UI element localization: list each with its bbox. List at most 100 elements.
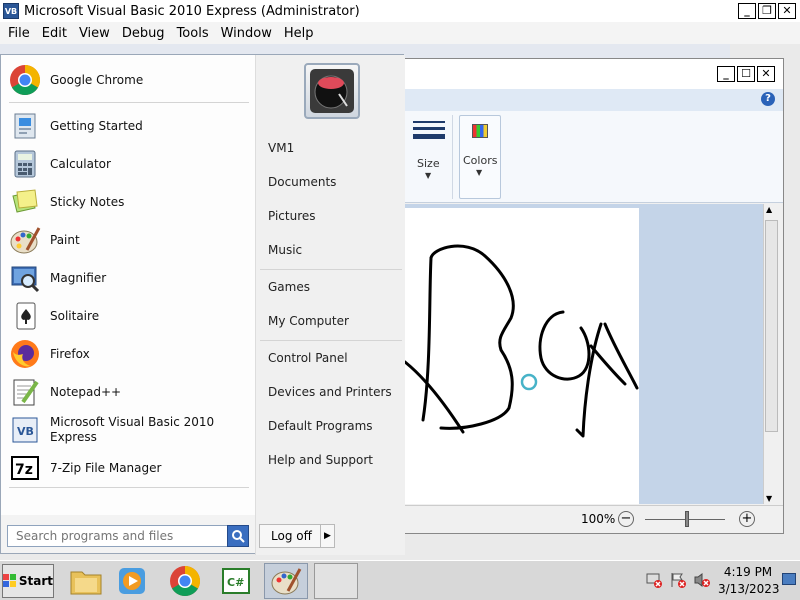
program-solitaire[interactable]: Solitaire	[9, 298, 249, 334]
user-avatar[interactable]	[304, 63, 360, 119]
shutdown-options-arrow-icon[interactable]: ▶	[320, 525, 334, 547]
program-sticky-notes[interactable]: Sticky Notes	[9, 184, 249, 220]
zoom-slider-thumb[interactable]	[685, 511, 689, 527]
menu-window[interactable]: Window	[221, 26, 272, 41]
colors-button[interactable]: Colors ▼	[459, 115, 501, 199]
vb-titlebar[interactable]: VB Microsoft Visual Basic 2010 Express (…	[0, 0, 800, 22]
minimize-icon[interactable]: _	[738, 3, 756, 19]
places-devices-printers[interactable]: Devices and Printers	[268, 385, 392, 399]
close-icon[interactable]: ✕	[778, 3, 796, 19]
csharp-icon: C#	[222, 568, 250, 594]
taskbar-paint[interactable]	[264, 563, 308, 599]
places-my-computer[interactable]: My Computer	[268, 314, 349, 328]
menu-view[interactable]: View	[79, 26, 110, 41]
size-group[interactable]: Size ▼	[405, 115, 453, 199]
separator	[260, 340, 402, 341]
start-menu: Google Chrome Getting Started Calculator…	[0, 54, 405, 555]
svg-text:C#: C#	[227, 576, 244, 589]
menu-debug[interactable]: Debug	[122, 26, 165, 41]
program-label: Google Chrome	[50, 72, 144, 87]
menu-edit[interactable]: Edit	[42, 26, 67, 41]
svg-text:VB: VB	[17, 425, 34, 438]
places-default-programs[interactable]: Default Programs	[268, 419, 373, 433]
program-google-chrome[interactable]: Google Chrome	[9, 62, 249, 98]
scroll-up-icon[interactable]: ▲	[766, 205, 772, 214]
taskbar-media-player[interactable]	[110, 563, 154, 599]
log-off-button[interactable]: Log off ▶	[259, 524, 335, 548]
search-input[interactable]	[8, 526, 220, 546]
places-games[interactable]: Games	[268, 280, 310, 294]
start-menu-programs-pane: Google Chrome Getting Started Calculator…	[1, 55, 255, 515]
start-label: Start	[18, 574, 53, 588]
tray-network-icon[interactable]	[646, 572, 662, 588]
taskbar-explorer[interactable]	[64, 563, 108, 599]
vb-app-icon[interactable]: VB	[3, 3, 19, 19]
program-visual-basic[interactable]: VB Microsoft Visual Basic 2010 Express	[9, 412, 249, 448]
program-label: Firefox	[50, 346, 90, 361]
separator	[260, 269, 402, 270]
scroll-thumb[interactable]	[765, 220, 778, 432]
menu-file[interactable]: File	[8, 26, 30, 41]
size-dropdown-icon: ▼	[425, 171, 432, 180]
clock-time: 4:19 PM	[723, 565, 773, 579]
tray-flag-icon[interactable]	[670, 572, 686, 588]
scroll-down-icon[interactable]: ▼	[766, 494, 772, 503]
taskbar-empty-button[interactable]	[314, 563, 358, 599]
program-label: Calculator	[50, 156, 111, 171]
program-label: Getting Started	[50, 118, 143, 133]
zoom-in-icon[interactable]: +	[739, 511, 755, 527]
solitaire-icon	[9, 300, 41, 332]
restore-icon[interactable]: ❐	[758, 3, 776, 19]
tray-volume-icon[interactable]	[694, 572, 710, 588]
zoom-level: 100%	[581, 512, 616, 526]
taskbar-clock[interactable]: 4:19 PM 3/13/2023	[718, 564, 780, 598]
paint-maximize-icon[interactable]: ☐	[737, 66, 755, 82]
cursor-ring	[520, 373, 538, 391]
program-7zip[interactable]: 7z 7-Zip File Manager	[9, 450, 249, 486]
windows-logo-icon	[3, 574, 16, 587]
paint-icon	[9, 224, 41, 256]
paint-window: _ ☐ ✕ ? Size ▼ Colors ▼ ▲ ▼ 100% − +	[404, 58, 784, 534]
colors-icon	[472, 124, 488, 138]
menu-tools[interactable]: Tools	[177, 26, 209, 41]
program-paint[interactable]: Paint	[9, 222, 249, 258]
paint-vertical-scrollbar[interactable]: ▲ ▼	[763, 204, 779, 504]
start-button[interactable]: Start	[2, 564, 54, 598]
places-help-support[interactable]: Help and Support	[268, 453, 373, 467]
zoom-out-icon[interactable]: −	[618, 511, 634, 527]
program-getting-started[interactable]: Getting Started	[9, 108, 249, 144]
getting-started-icon	[9, 110, 41, 142]
program-label: Solitaire	[50, 308, 100, 323]
paint-titlebar[interactable]: _ ☐ ✕	[405, 59, 783, 89]
show-desktop-icon[interactable]	[782, 573, 796, 585]
firefox-icon	[9, 338, 41, 370]
places-pictures[interactable]: Pictures	[268, 209, 316, 223]
turntable-icon	[310, 69, 354, 113]
program-calculator[interactable]: Calculator	[9, 146, 249, 182]
chrome-icon	[170, 566, 201, 597]
size-label: Size	[417, 157, 440, 170]
taskbar-chrome[interactable]	[163, 563, 207, 599]
program-firefox[interactable]: Firefox	[9, 336, 249, 372]
svg-text:7z: 7z	[15, 462, 33, 478]
program-notepadpp[interactable]: Notepad++	[9, 374, 249, 410]
size-icon	[413, 121, 445, 139]
menu-help[interactable]: Help	[284, 26, 314, 41]
places-documents[interactable]: Documents	[268, 175, 336, 189]
search-icon[interactable]	[227, 525, 249, 547]
paint-status-bar: 100% − +	[405, 505, 783, 533]
places-user[interactable]: VM1	[268, 141, 294, 155]
paint-canvas[interactable]	[405, 208, 639, 504]
log-off-label: Log off	[271, 529, 312, 543]
taskbar-visual-csharp[interactable]: C#	[214, 563, 258, 599]
paint-minimize-icon[interactable]: _	[717, 66, 735, 82]
help-icon[interactable]: ?	[761, 92, 775, 106]
program-label: 7-Zip File Manager	[50, 460, 162, 475]
paint-close-icon[interactable]: ✕	[757, 66, 775, 82]
media-player-icon	[119, 568, 145, 594]
places-music[interactable]: Music	[268, 243, 302, 257]
separator	[9, 487, 249, 488]
places-control-panel[interactable]: Control Panel	[268, 351, 348, 365]
search-box[interactable]	[7, 525, 249, 547]
program-magnifier[interactable]: Magnifier	[9, 260, 249, 296]
